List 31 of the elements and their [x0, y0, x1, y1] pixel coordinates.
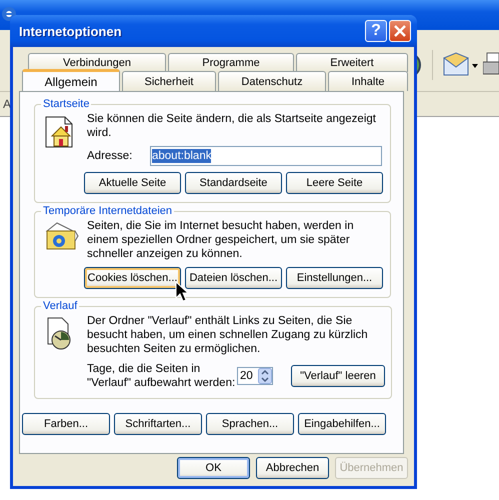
group-title: Verlauf: [42, 300, 78, 312]
tab[interactable]: Allgemein: [22, 69, 120, 91]
button[interactable]: "Verlauf" leeren: [291, 365, 385, 387]
address-field[interactable]: about:blank: [150, 146, 382, 166]
button[interactable]: Farben...: [22, 413, 110, 435]
tab[interactable]: Datenschutz: [218, 71, 326, 91]
button[interactable]: Abbrechen: [256, 457, 329, 479]
tab[interactable]: Programme: [168, 53, 294, 72]
tab[interactable]: Sicherheit: [122, 71, 216, 91]
button[interactable]: Eingabehilfen...: [298, 413, 386, 435]
address-label: Adresse:: [87, 150, 134, 162]
button[interactable]: OK: [177, 457, 250, 479]
description-text: Sie können die Seite ändern, die als Startseite angezeigt wird.: [87, 112, 377, 140]
button[interactable]: Einstellungen...: [286, 267, 383, 289]
dialog-title: Internetoptionen: [19, 24, 123, 38]
days-label: Tage, die die Seiten in "Verlauf" aufbewahrt werden:: [87, 362, 236, 390]
button[interactable]: Cookies löschen...: [84, 267, 181, 289]
group-title: Temporäre Internetdateien: [42, 205, 174, 217]
button[interactable]: Dateien löschen...: [185, 267, 282, 289]
description-text: Der Ordner "Verlauf" enthält Links zu Seiten, die Sie besucht haben, um einen schnellen Zugang zu kürzlich besuchten Seiten zu ermöglichen.: [87, 314, 369, 356]
button[interactable]: Leere Seite: [286, 172, 383, 194]
tab[interactable]: Erweitert: [296, 53, 408, 72]
tab[interactable]: Inhalte: [328, 71, 408, 91]
button[interactable]: Schriftarten...: [114, 413, 202, 435]
button[interactable]: Standardseite: [185, 172, 282, 194]
help-button[interactable]: ?: [365, 20, 387, 42]
description-text: Seiten, die Sie im Internet besucht haben, werden in einem speziellen Ordner gespeichert, um sie später schneller anzeigen zu können.: [87, 219, 355, 261]
button[interactable]: Aktuelle Seite: [84, 172, 181, 194]
group-title: Startseite: [42, 98, 90, 110]
button[interactable]: Sprachen...: [206, 413, 294, 435]
days-spinner[interactable]: 20: [237, 367, 273, 385]
